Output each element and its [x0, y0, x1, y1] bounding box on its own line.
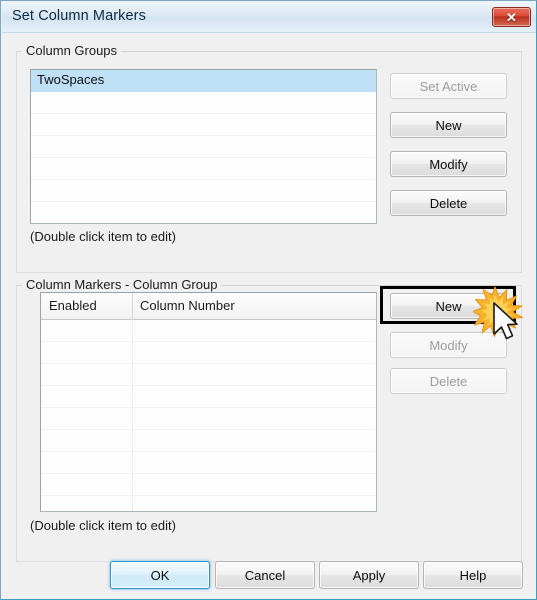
- close-icon: ✕: [506, 9, 517, 25]
- list-item-label: TwoSpaces: [37, 72, 105, 87]
- table-row[interactable]: [41, 320, 376, 342]
- close-button[interactable]: ✕: [492, 7, 531, 27]
- column-groups-modify-button[interactable]: Modify: [390, 151, 507, 177]
- table-row[interactable]: [41, 408, 376, 430]
- table-row[interactable]: [41, 342, 376, 364]
- table-row[interactable]: [41, 386, 376, 408]
- list-item[interactable]: [31, 92, 376, 114]
- column-groups-hint: (Double click item to edit): [30, 229, 176, 244]
- column-groups-label: Column Groups: [22, 44, 122, 58]
- column-markers-grid[interactable]: Enabled Column Number: [40, 292, 377, 512]
- list-item[interactable]: [31, 158, 376, 180]
- grid-header-row: Enabled Column Number: [41, 293, 376, 320]
- column-markers-delete-button[interactable]: Delete: [390, 368, 507, 394]
- table-row[interactable]: [41, 452, 376, 474]
- column-groups-delete-button[interactable]: Delete: [390, 190, 507, 216]
- set-active-button[interactable]: Set Active: [390, 73, 507, 99]
- grid-body: [41, 320, 376, 511]
- column-groups-list: TwoSpaces: [31, 70, 376, 223]
- column-header-column-number[interactable]: Column Number: [140, 298, 235, 313]
- dialog-body: Column Groups TwoSpaces (Double click it…: [2, 33, 536, 599]
- table-row[interactable]: [41, 474, 376, 496]
- column-groups-new-button[interactable]: New: [390, 112, 507, 138]
- list-item[interactable]: [31, 202, 376, 223]
- list-item[interactable]: [31, 114, 376, 136]
- column-markers-modify-button[interactable]: Modify: [390, 332, 507, 358]
- ok-button[interactable]: OK: [110, 561, 210, 589]
- column-divider[interactable]: [132, 293, 133, 320]
- column-markers-hint: (Double click item to edit): [30, 518, 176, 533]
- column-markers-new-button[interactable]: New: [390, 293, 507, 319]
- column-groups-listbox[interactable]: TwoSpaces: [30, 69, 377, 224]
- table-row[interactable]: [41, 364, 376, 386]
- list-item[interactable]: TwoSpaces: [31, 70, 376, 92]
- dialog-window: Set Column Markers ✕ Column Groups TwoSp…: [0, 0, 537, 600]
- column-markers-label: Column Markers - Column Group: [22, 278, 222, 292]
- cancel-button[interactable]: Cancel: [215, 561, 315, 589]
- list-item[interactable]: [31, 180, 376, 202]
- table-row[interactable]: [41, 430, 376, 452]
- dialog-title: Set Column Markers: [12, 8, 146, 24]
- help-button[interactable]: Help: [423, 561, 523, 589]
- apply-button[interactable]: Apply: [319, 561, 419, 589]
- column-header-enabled[interactable]: Enabled: [49, 298, 97, 313]
- title-bar: Set Column Markers ✕: [2, 2, 536, 33]
- table-row[interactable]: [41, 496, 376, 511]
- list-item[interactable]: [31, 136, 376, 158]
